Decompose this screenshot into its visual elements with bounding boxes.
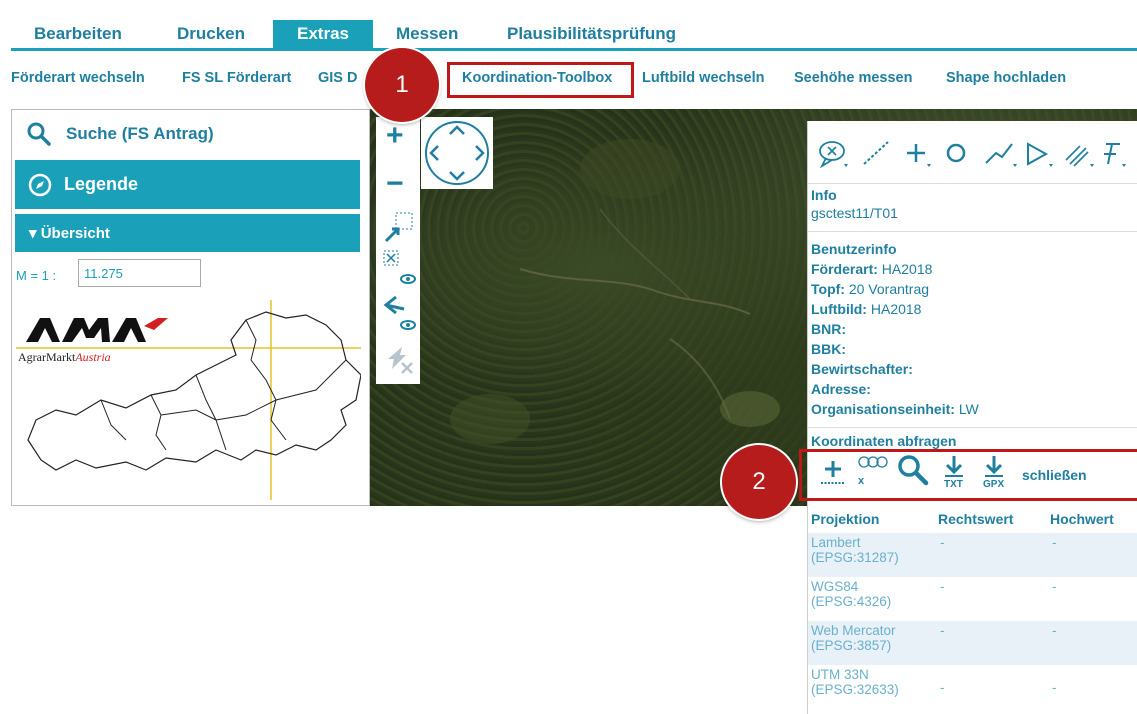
divider — [808, 231, 1137, 232]
bubble-tool-icon[interactable] — [819, 141, 848, 169]
table-row: Web Mercator (EPSG:3857) - - — [808, 621, 1137, 665]
search-header[interactable]: Suche (FS Antrag) — [12, 110, 369, 158]
clear-selection-icon[interactable] — [382, 341, 416, 377]
previous-view-icon[interactable] — [382, 293, 416, 333]
map-controls: + − — [376, 117, 420, 384]
rechtswert-value: - — [937, 621, 1049, 665]
toolbar-seehoehe-messen[interactable]: Seehöhe messen — [794, 70, 912, 86]
field-adresse: Adresse: — [811, 381, 871, 397]
zoom-in-button[interactable]: + — [386, 121, 404, 151]
rechtswert-value: - — [937, 533, 1049, 577]
text-tool-icon[interactable] — [1104, 143, 1126, 167]
info-heading: Info — [811, 187, 837, 203]
left-panel: Suche (FS Antrag) Legende ▾ Übersicht M … — [11, 109, 370, 506]
ama-logo-subtitle-a: AgrarMarkt — [18, 350, 76, 364]
field-bewirtschafter: Bewirtschafter: — [811, 361, 913, 377]
scale-input[interactable] — [78, 259, 201, 287]
rechtswert-value: - — [940, 579, 945, 594]
table-header-row: Projektion Rechtswert Hochwert — [808, 505, 1137, 533]
table-row: UTM 33N (EPSG:32633) - - — [808, 665, 1137, 709]
column-hochwert: Hochwert — [1050, 511, 1114, 527]
main-menu: Bearbeiten Drucken Extras Messen Plausib… — [11, 20, 1137, 51]
toolbar-shape-hochladen[interactable]: Shape hochladen — [946, 70, 1066, 86]
projection-name: Web Mercator (EPSG:3857) — [808, 621, 937, 665]
coords-heading: Koordinaten abfragen — [811, 433, 957, 449]
table-row: WGS84 (EPSG:4326) - - — [808, 577, 1137, 621]
drawing-tool-icons — [819, 141, 1126, 169]
projection-name: WGS84 (EPSG:4326) — [811, 579, 892, 609]
circle-tool-icon[interactable] — [946, 143, 966, 163]
hochwert-value: - — [1052, 679, 1057, 695]
search-icon — [27, 122, 51, 146]
projection-name: UTM 33N (EPSG:32633) — [811, 667, 899, 697]
field-value: LW — [958, 401, 979, 417]
highlight-box-1 — [447, 62, 634, 98]
field-value: HA2018 — [881, 261, 933, 277]
tab-messen[interactable]: Messen — [396, 20, 476, 48]
ama-logo-text: AgrarMarktAustria — [18, 350, 111, 365]
point-tool-icon[interactable] — [907, 144, 931, 167]
field-key: Topf: — [811, 281, 845, 297]
projection-name: Lambert (EPSG:31287) — [808, 533, 937, 577]
polygon-tool-icon[interactable] — [1027, 142, 1053, 167]
legend-header[interactable]: Legende — [15, 160, 360, 209]
pan-arrows-icon[interactable] — [421, 117, 493, 189]
overview-label: ▾ Übersicht — [29, 225, 110, 242]
search-label: Suche (FS Antrag) — [66, 124, 214, 143]
zoom-box-icon[interactable] — [382, 211, 416, 245]
scale-prefix: M = 1 : — [16, 268, 57, 283]
toolbar-foerderart-wechseln[interactable]: Förderart wechseln — [11, 70, 145, 86]
info-panel: Info gsctest11/T01 Benutzerinfo Förderar… — [807, 121, 1137, 714]
callout-badge-1: 1 — [365, 48, 439, 122]
callout-badge-2: 2 — [722, 445, 796, 519]
field-key: Organisationseinheit: — [811, 401, 955, 417]
field-key: Förderart: — [811, 261, 878, 277]
line-tool-icon[interactable] — [863, 141, 889, 165]
overview-text: Übersicht — [40, 225, 110, 242]
overview-header[interactable]: ▾ Übersicht — [15, 214, 360, 252]
hochwert-value: - — [1049, 621, 1137, 665]
hochwert-value: - — [1052, 579, 1057, 594]
zoom-extent-icon[interactable] — [382, 249, 416, 287]
hatch-tool-icon[interactable] — [1065, 145, 1094, 167]
field-key: Luftbild: — [811, 301, 867, 317]
rechtswert-value: - — [940, 679, 945, 695]
field-key: BBK: — [811, 341, 846, 357]
toolbar-luftbild-wechseln[interactable]: Luftbild wechseln — [642, 70, 764, 86]
divider — [808, 427, 1137, 428]
field-foerderart: Förderart: HA2018 — [811, 261, 932, 277]
drawing-tools — [808, 121, 1137, 184]
polyline-tool-icon[interactable] — [985, 143, 1017, 167]
field-value: HA2018 — [870, 301, 922, 317]
highlight-box-2 — [799, 449, 1137, 501]
field-value: 20 Vorantrag — [848, 281, 930, 297]
zoom-out-button[interactable]: − — [386, 169, 404, 199]
tab-plausibilitaetspruefung[interactable]: Plausibilitätsprüfung — [507, 20, 707, 48]
toolbar-gis-d[interactable]: GIS D — [318, 70, 357, 86]
field-key: Bewirtschafter: — [811, 361, 913, 377]
ama-logo — [26, 318, 168, 342]
tab-drucken[interactable]: Drucken — [177, 20, 257, 48]
field-bbk: BBK: — [811, 341, 846, 357]
compass-icon — [28, 173, 52, 197]
field-organisationseinheit: Organisationseinheit: LW — [811, 401, 979, 417]
projection-table: Projektion Rechtswert Hochwert Lambert (… — [808, 505, 1137, 709]
hochwert-value: - — [1049, 533, 1137, 577]
pan-control[interactable] — [421, 117, 493, 189]
column-rechtswert: Rechtswert — [938, 511, 1014, 527]
info-value: gsctest11/T01 — [811, 205, 898, 221]
field-bnr: BNR: — [811, 321, 846, 337]
table-row: Lambert (EPSG:31287) - - — [808, 533, 1137, 577]
field-luftbild: Luftbild: HA2018 — [811, 301, 921, 317]
tab-extras[interactable]: Extras — [273, 20, 373, 48]
column-projektion: Projektion — [811, 511, 880, 527]
toolbar-fs-sl-foerderart[interactable]: FS SL Förderart — [182, 70, 291, 86]
ama-logo-subtitle-b: Austria — [75, 350, 111, 364]
field-topf: Topf: 20 Vorantrag — [811, 281, 929, 297]
legend-label: Legende — [64, 174, 139, 194]
tab-bearbeiten[interactable]: Bearbeiten — [34, 20, 134, 48]
field-key: BNR: — [811, 321, 846, 337]
field-key: Adresse: — [811, 381, 871, 397]
user-info-heading: Benutzerinfo — [811, 241, 897, 257]
